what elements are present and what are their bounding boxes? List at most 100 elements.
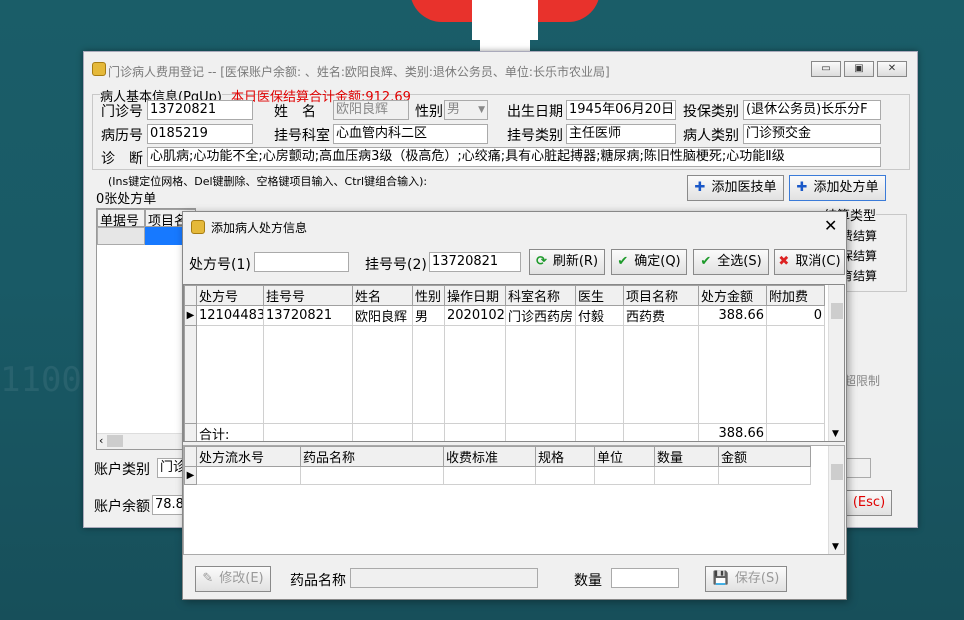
col-op-date: 操作日期 bbox=[444, 285, 506, 306]
name-label: 姓 名 bbox=[274, 104, 316, 120]
save-label: 保存(S) bbox=[734, 571, 780, 586]
add-prescription-dialog: 添加病人处方信息 ✕ 处方号(1) 挂号号(2) 13720821 ⟳ 刷新(R)… bbox=[182, 211, 847, 600]
cell-reg-no[interactable]: 13720821 bbox=[263, 305, 353, 326]
rx-no-label: 处方号(1) bbox=[189, 257, 251, 273]
save-icon: 💾 bbox=[712, 571, 729, 586]
birth-field[interactable]: 1945年06月20日 bbox=[566, 100, 676, 120]
exit-button[interactable]: (Esc) bbox=[846, 490, 892, 516]
close-window-button[interactable]: ✕ bbox=[877, 61, 907, 77]
cell-op-date[interactable]: 20201022 bbox=[444, 305, 506, 326]
col-price: 收费标准 bbox=[443, 446, 536, 467]
quantity-field[interactable] bbox=[611, 568, 679, 588]
cancel-button[interactable]: ✖ 取消(C) bbox=[774, 249, 845, 275]
window-title: 门诊病人费用登记 -- [医保账户余额: 、姓名:欧阳良辉、类别:退休公务员、单… bbox=[108, 65, 610, 79]
col-spec: 规格 bbox=[535, 446, 595, 467]
rx-no-input[interactable] bbox=[254, 252, 349, 272]
select-all-button[interactable]: ✔ 全选(S) bbox=[693, 249, 769, 275]
dept-label: 挂号科室 bbox=[274, 128, 330, 144]
col-extra-fee: 附加费 bbox=[766, 285, 825, 306]
refresh-icon: ⟳ bbox=[535, 254, 547, 269]
keyboard-hint: (Ins键定位网格、Del键删除、空格键项目输入、Ctrl键组合输入): bbox=[108, 175, 428, 188]
col-serial-no: 处方流水号 bbox=[196, 446, 301, 467]
fee-item-grid[interactable]: 单据号 项目名 ‹ bbox=[96, 208, 196, 450]
restore-button[interactable]: ▣ bbox=[844, 61, 874, 77]
patient-type-field[interactable]: 门诊预交金 bbox=[743, 124, 881, 144]
gender-select[interactable]: 男 ▼ bbox=[444, 100, 488, 120]
table-row[interactable]: ▶ bbox=[184, 466, 811, 485]
col-name: 姓名 bbox=[352, 285, 413, 306]
col-item: 项目名称 bbox=[623, 285, 699, 306]
row-pointer-icon: ▶ bbox=[184, 305, 197, 326]
balance-label: 账户余额 bbox=[94, 499, 150, 515]
cell-name[interactable]: 欧阳良辉 bbox=[352, 305, 413, 326]
detail-vertical-scrollbar[interactable]: ▼ bbox=[828, 446, 844, 554]
reg-no-input[interactable]: 13720821 bbox=[429, 252, 521, 272]
col-money: 金额 bbox=[718, 446, 811, 467]
edit-icon: ✎ bbox=[202, 571, 214, 586]
confirm-button[interactable]: ✔ 确定(Q) bbox=[611, 249, 687, 275]
add-prescription-label: 添加处方单 bbox=[813, 180, 879, 195]
double-check-icon: ✔ bbox=[700, 254, 712, 269]
cell-extra-fee[interactable]: 0 bbox=[766, 305, 825, 326]
scroll-down-icon[interactable]: ▼ bbox=[832, 429, 839, 439]
diagnosis-label: 诊 断 bbox=[101, 151, 143, 167]
refresh-button[interactable]: ⟳ 刷新(R) bbox=[529, 249, 605, 275]
cell-dept[interactable]: 门诊西药房 bbox=[505, 305, 576, 326]
add-medical-tech-label: 添加医技单 bbox=[711, 180, 777, 195]
col-doctor: 医生 bbox=[575, 285, 624, 306]
dept-field[interactable]: 心血管内科二区 bbox=[333, 124, 488, 144]
col-dept: 科室名称 bbox=[505, 285, 576, 306]
cell-rx-no[interactable]: 12104483 bbox=[196, 305, 264, 326]
reg-no-label: 挂号号(2) bbox=[365, 257, 427, 273]
add-medical-tech-button[interactable]: ✚ 添加医技单 bbox=[687, 175, 784, 201]
col-amount: 处方金额 bbox=[698, 285, 767, 306]
over-limit-label: 超限制 bbox=[844, 374, 881, 388]
plus-icon: ✚ bbox=[694, 180, 706, 195]
row-indicator-header bbox=[184, 446, 197, 467]
insure-field[interactable]: (退休公务员)长乐分F bbox=[743, 100, 881, 120]
drug-name-field[interactable] bbox=[350, 568, 538, 588]
save-button[interactable]: 💾 保存(S) bbox=[705, 566, 787, 592]
close-icon: ✖ bbox=[778, 254, 790, 269]
row-indicator-header bbox=[184, 285, 197, 306]
cell-item[interactable]: 西药费 bbox=[623, 305, 699, 326]
add-prescription-button[interactable]: ✚ 添加处方单 bbox=[789, 175, 886, 201]
grid-header-doc-no: 单据号 bbox=[97, 209, 145, 229]
scroll-down-icon[interactable]: ▼ bbox=[832, 542, 839, 552]
record-no-label: 病历号 bbox=[101, 128, 143, 144]
row-pointer-icon: ▶ bbox=[184, 466, 197, 485]
clinic-no-label: 门诊号 bbox=[101, 104, 143, 120]
clinic-no-field[interactable]: 13720821 bbox=[147, 100, 253, 120]
name-field[interactable]: 欧阳良辉 bbox=[333, 100, 409, 120]
account-type-label: 账户类别 bbox=[94, 462, 150, 478]
red-cross-logo bbox=[410, 0, 600, 52]
quantity-label: 数量 bbox=[574, 573, 602, 589]
diagnosis-field[interactable]: 心肌病;心功能不全;心房颤动;高血压病3级（极高危）;心绞痛;具有心脏起搏器;糖… bbox=[147, 147, 881, 167]
prescription-count: 0张处方单 bbox=[96, 192, 157, 207]
total-label: 合计: bbox=[196, 423, 264, 441]
dialog-icon bbox=[191, 220, 205, 234]
cell-doctor[interactable]: 付毅 bbox=[575, 305, 624, 326]
prescription-grid[interactable]: 处方号 挂号号 姓名 性别 操作日期 科室名称 医生 项目名称 处方金额 附加费… bbox=[183, 284, 845, 442]
grid-cell[interactable] bbox=[97, 227, 145, 245]
app-icon bbox=[92, 62, 106, 76]
reg-type-label: 挂号类别 bbox=[507, 128, 563, 144]
dialog-close-icon[interactable]: ✕ bbox=[824, 216, 837, 235]
patient-type-label: 病人类别 bbox=[683, 128, 739, 144]
modify-button[interactable]: ✎ 修改(E) bbox=[195, 566, 271, 592]
reg-type-field[interactable]: 主任医师 bbox=[566, 124, 676, 144]
gender-label: 性别 bbox=[415, 104, 443, 120]
plus-icon: ✚ bbox=[796, 180, 808, 195]
dialog-title: 添加病人处方信息 bbox=[211, 221, 308, 235]
minimize-button[interactable]: ▭ bbox=[811, 61, 841, 77]
drug-detail-grid[interactable]: 处方流水号 药品名称 收费标准 规格 单位 数量 金额 ▶ ▼ bbox=[183, 445, 845, 555]
record-no-field[interactable]: 0185219 bbox=[147, 124, 253, 144]
drug-name-label: 药品名称 bbox=[290, 573, 346, 589]
background-digits: 1100 bbox=[0, 360, 82, 400]
cell-gender[interactable]: 男 bbox=[412, 305, 445, 326]
rx-vertical-scrollbar[interactable]: ▼ bbox=[828, 285, 844, 441]
total-amount: 388.66 bbox=[698, 423, 767, 441]
table-row[interactable]: ▶ 12104483 13720821 欧阳良辉 男 20201022 门诊西药… bbox=[184, 305, 825, 326]
modify-label: 修改(E) bbox=[219, 571, 264, 586]
cell-amount[interactable]: 388.66 bbox=[698, 305, 767, 326]
